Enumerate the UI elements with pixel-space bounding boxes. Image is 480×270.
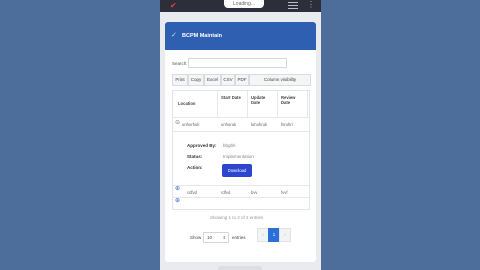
- table-divider: [173, 185, 309, 186]
- table-cell: rdfvd: [221, 190, 231, 195]
- right-backdrop: [321, 0, 480, 270]
- hamburger-menu-icon[interactable]: [288, 2, 298, 10]
- check-icon: ✓: [171, 32, 177, 39]
- phone-screen: ✔ Loading... ⋮ ✓ BCPM Maintain Search: P…: [160, 0, 321, 270]
- show-label: Show: [190, 235, 202, 240]
- table-divider: [173, 117, 309, 118]
- search-label: Search:: [172, 61, 188, 66]
- bcpm-card: ✓ BCPM Maintain Search: Print Copy Excel…: [165, 22, 316, 262]
- action-label: Action:: [187, 165, 203, 170]
- column-divider: [217, 91, 218, 117]
- approved-by-value: bbgbh: [223, 143, 236, 148]
- pdf-button[interactable]: PDF: [235, 74, 249, 86]
- table-cell: cdfvd: [187, 190, 198, 195]
- collapse-row-icon[interactable]: ⊖: [175, 120, 180, 126]
- column-header-location[interactable]: Location: [178, 101, 195, 106]
- footer-bar: [218, 266, 262, 270]
- copy-button[interactable]: Copy: [188, 74, 204, 86]
- status-value: Implementation: [223, 154, 254, 159]
- approved-by-label: Approved By:: [187, 143, 217, 148]
- column-divider: [247, 91, 248, 117]
- table-divider: [173, 131, 309, 132]
- expand-row-icon[interactable]: ⊕: [175, 186, 180, 192]
- table-cell: unhuruk: [221, 122, 237, 127]
- table-cell: unhurhuk: [182, 122, 200, 127]
- download-button[interactable]: Download: [222, 164, 252, 177]
- left-backdrop: [0, 0, 160, 270]
- data-table: Location Start Date Update Date Review D…: [172, 90, 310, 210]
- table-divider: [173, 197, 309, 198]
- entries-label: entries: [232, 235, 246, 240]
- column-divider: [307, 91, 308, 117]
- entries-select[interactable]: 10 ⇕: [203, 232, 229, 243]
- top-navbar: ✔ Loading... ⋮: [160, 0, 321, 12]
- table-cell: bvv: [251, 190, 258, 195]
- table-cell: hiruhri: [281, 122, 293, 127]
- app-logo-icon[interactable]: ✔: [170, 1, 177, 10]
- status-label: Status:: [187, 154, 203, 159]
- expand-row-icon[interactable]: ⊕: [175, 198, 180, 204]
- sort-caret-icon: ⇕: [222, 235, 226, 240]
- table-cell: luhuhruk: [251, 122, 268, 127]
- print-button[interactable]: Print: [172, 74, 188, 86]
- excel-button[interactable]: Excel: [204, 74, 221, 86]
- loading-indicator: Loading...: [224, 0, 264, 8]
- table-cell: fvvf: [281, 190, 288, 195]
- card-title: BCPM Maintain: [182, 33, 223, 39]
- csv-button[interactable]: CSV: [221, 74, 235, 86]
- more-options-icon[interactable]: ⋮: [307, 1, 315, 9]
- column-visibility-button[interactable]: Column visibility: [249, 74, 311, 86]
- entries-select-value: 10: [207, 235, 213, 240]
- column-divider: [277, 91, 278, 117]
- column-header-review-date[interactable]: Review Date: [281, 95, 301, 105]
- column-header-start-date[interactable]: Start Date: [221, 95, 241, 100]
- table-info: Showing 1 to 2 of 2 entries: [210, 215, 264, 220]
- card-header: ✓ BCPM Maintain: [165, 22, 316, 50]
- search-input[interactable]: [188, 58, 287, 68]
- pagination-next[interactable]: ›: [279, 228, 291, 242]
- column-header-update-date[interactable]: Update Date: [251, 95, 271, 105]
